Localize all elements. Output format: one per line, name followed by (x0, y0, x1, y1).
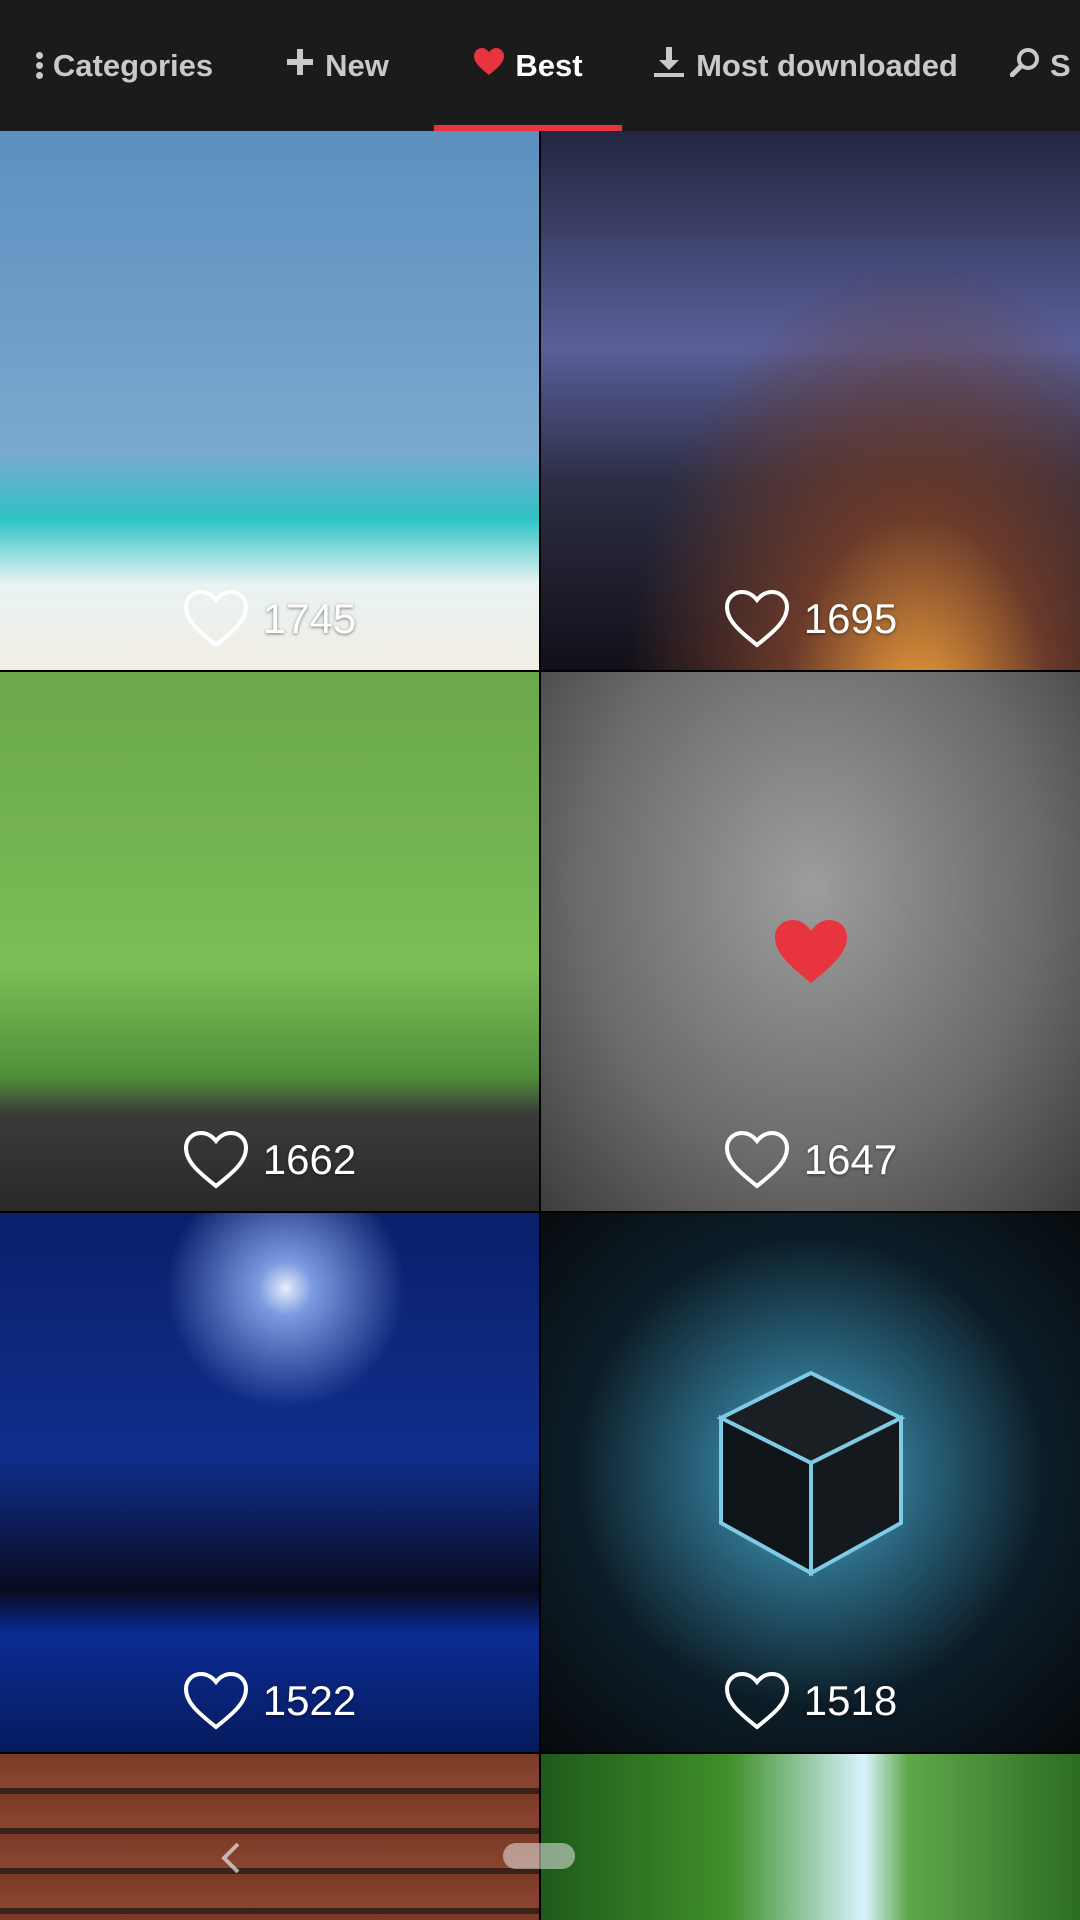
like-count: 1518 (803, 1677, 898, 1724)
tab-categories[interactable]: Categories (24, 0, 224, 131)
heart-outline-icon (724, 1131, 789, 1189)
tab-new[interactable]: New (272, 0, 402, 131)
like-count: 1647 (803, 1136, 898, 1183)
tab-most-downloaded[interactable]: Most downloaded (650, 0, 960, 131)
like-count: 1745 (262, 595, 357, 642)
cube-graphic (716, 1370, 906, 1577)
heart-outline-icon (724, 1672, 789, 1730)
like-counter: 1647 (541, 1131, 1080, 1189)
tab-label: S (1050, 47, 1071, 83)
red-heart-icon (775, 920, 847, 983)
like-counter: 1695 (541, 590, 1080, 648)
tab-label: Most downloaded (696, 47, 958, 83)
like-count: 1522 (262, 1677, 357, 1724)
top-tab-bar: Categories New Best Most downloaded S (0, 0, 1080, 131)
tab-label: New (325, 47, 389, 83)
like-counter: 1522 (0, 1672, 539, 1730)
heart-outline-icon (183, 1131, 248, 1189)
like-counter: 1745 (0, 590, 539, 648)
heart-outline-icon (183, 590, 248, 648)
wallpaper-grid: 1745 1695 1662 1647 1522 1518 (0, 131, 1080, 1920)
download-icon (652, 46, 686, 86)
search-icon (1009, 47, 1040, 85)
heart-outline-icon (724, 590, 789, 648)
back-chevron-icon[interactable] (218, 1840, 244, 1876)
tab-best[interactable]: Best (434, 0, 622, 131)
like-counter: 1518 (541, 1672, 1080, 1730)
tab-search[interactable]: S (1009, 0, 1080, 131)
wallpaper-tile-waterfall[interactable] (541, 1754, 1080, 1920)
more-vertical-icon (35, 51, 43, 80)
heart-outline-icon (183, 1672, 248, 1730)
wallpaper-tile-tiger[interactable]: 1662 (0, 672, 539, 1211)
tab-label: Best (515, 47, 583, 83)
tab-label: Categories (52, 47, 214, 83)
home-pill[interactable] (503, 1843, 575, 1869)
wallpaper-tile-water-drops[interactable]: 1647 (541, 672, 1080, 1211)
wallpaper-tile-cube[interactable]: 1518 (541, 1213, 1080, 1752)
like-count: 1662 (262, 1136, 357, 1183)
heart-icon (473, 47, 505, 84)
like-count: 1695 (803, 595, 898, 642)
wallpaper-tile-city[interactable]: 1695 (541, 131, 1080, 670)
wallpaper-tile-brick[interactable] (0, 1754, 539, 1920)
wallpaper-tile-beach[interactable]: 1745 (0, 131, 539, 670)
like-counter: 1662 (0, 1131, 539, 1189)
plus-icon (285, 47, 315, 85)
wallpaper-tile-moon-lake[interactable]: 1522 (0, 1213, 539, 1752)
